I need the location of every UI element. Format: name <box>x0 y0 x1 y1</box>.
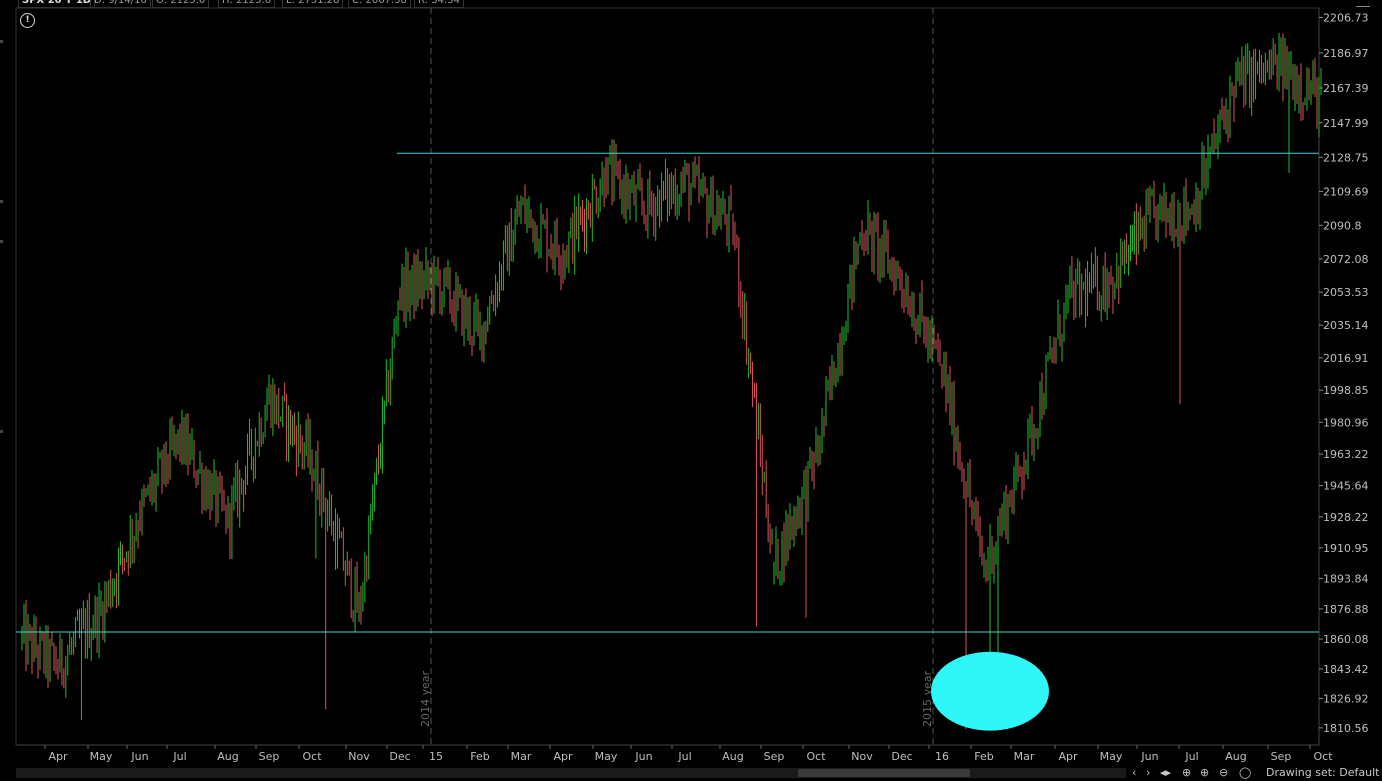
side-marker <box>0 200 3 203</box>
x-tick-label: Jun <box>634 750 652 763</box>
y-tick-label: 1945.64 <box>1323 480 1369 493</box>
x-tick-label: Feb <box>974 750 993 763</box>
x-tick-label: Apr <box>553 750 573 763</box>
alert-circle-icon[interactable]: ! <box>20 13 35 28</box>
x-tick-label: Feb <box>470 750 489 763</box>
y-tick-label: 2016.91 <box>1323 352 1369 365</box>
y-tick-label: 1876.88 <box>1323 603 1369 616</box>
highlight-ellipse <box>931 651 1049 731</box>
x-tick-label: Mar <box>1014 750 1035 763</box>
zoom-in-icon[interactable]: ⊕ <box>1200 766 1209 780</box>
y-tick-label: 1826.92 <box>1323 693 1369 706</box>
y-tick-label: 1928.22 <box>1323 511 1369 524</box>
x-tick-label: Sep <box>259 750 280 763</box>
x-tick-label: Aug <box>722 750 743 763</box>
x-tick-label: Mar <box>511 750 532 763</box>
price-chart[interactable]: 2014 year 2015 year 2206.73 2186.97 2167.39 2… <box>0 0 1382 780</box>
scroll-left-icon[interactable]: ‹ <box>1132 766 1136 780</box>
x-tick-label: Sep <box>764 750 785 763</box>
y-tick-label: 2147.99 <box>1323 117 1369 130</box>
x-tick-label: Oct <box>302 750 322 763</box>
x-tick-label: Oct <box>1313 750 1333 763</box>
x-tick-label: Jul <box>677 750 691 763</box>
year-marker-label: 2014 year <box>419 670 432 727</box>
y-tick-label: 2053.53 <box>1323 286 1369 299</box>
y-tick-label: 1843.42 <box>1323 663 1369 676</box>
y-tick-label: 1910.95 <box>1323 542 1369 555</box>
x-tick-label: Nov <box>851 750 873 763</box>
y-tick-label: 2206.73 <box>1323 11 1369 24</box>
side-marker <box>0 430 3 433</box>
x-tick-label: Apr <box>1058 750 1078 763</box>
y-tick-label: 1860.08 <box>1323 633 1369 646</box>
y-tick-label: 2186.97 <box>1323 47 1369 60</box>
x-tick-label: May <box>90 750 113 763</box>
y-tick-label: 2128.75 <box>1323 151 1369 164</box>
scroll-right-icon[interactable]: › <box>1146 766 1150 780</box>
x-tick-label: 16 <box>935 750 949 763</box>
x-tick-label: Dec <box>891 750 912 763</box>
zoom-out-icon[interactable]: ⊖ <box>1219 766 1228 780</box>
plot-frame <box>15 7 1320 746</box>
x-tick-label: Dec <box>389 750 410 763</box>
x-tick-label: May <box>595 750 618 763</box>
x-tick-label: Jun <box>1140 750 1158 763</box>
y-tick-label: 1810.56 <box>1323 722 1369 735</box>
x-tick-label: Nov <box>348 750 370 763</box>
y-tick-label: 2109.69 <box>1323 185 1369 198</box>
x-tick-label: 15 <box>429 750 443 763</box>
y-tick-label: 2035.14 <box>1323 319 1369 332</box>
pan-arrows-icon[interactable]: ◂▸ <box>1160 766 1171 780</box>
x-tick-label: Aug <box>1225 750 1246 763</box>
x-tick-label: Jun <box>130 750 148 763</box>
x-tick-label: May <box>1100 750 1123 763</box>
y-tick-label: 1998.85 <box>1323 384 1369 397</box>
ellipse-tool-icon[interactable]: ◯ <box>1239 766 1251 780</box>
y-tick-label: 1963.22 <box>1323 448 1369 461</box>
x-tick-label: Jul <box>172 750 186 763</box>
horizontal-scrollbar[interactable] <box>16 768 1126 778</box>
x-tick-label: Aug <box>217 750 238 763</box>
y-tick-label: 1980.96 <box>1323 416 1369 429</box>
year-marker-label: 2015 year <box>921 670 934 727</box>
x-tick-label: Jul <box>1184 750 1198 763</box>
y-tick-label: 2090.8 <box>1323 219 1362 232</box>
y-tick-label: 2072.08 <box>1323 253 1369 266</box>
x-tick-label: Apr <box>48 750 68 763</box>
y-tick-label: 1893.84 <box>1323 573 1369 586</box>
y-tick-label: 2167.39 <box>1323 82 1369 95</box>
x-tick-label: Sep <box>1271 750 1292 763</box>
side-marker <box>0 40 3 43</box>
scrollbar-thumb[interactable] <box>798 769 970 777</box>
drawing-set-label[interactable]: Drawing set: Default <box>1266 765 1379 781</box>
crosshair-icon[interactable]: ⊕ <box>1182 766 1191 780</box>
x-tick-label: Oct <box>806 750 826 763</box>
side-marker <box>0 240 3 243</box>
